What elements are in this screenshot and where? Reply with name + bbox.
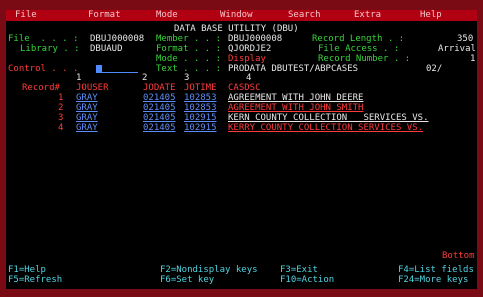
format-value: QJORDJE2 [228,44,272,54]
terminal-frame: File Format Mode Window Search Extra Hel… [0,0,483,297]
file-label: File . . . : [8,34,79,44]
fkey-f10-action[interactable]: F10=Action [280,275,334,285]
ruler-1: 1 [76,73,82,83]
row-casdsc-field[interactable]: AGREEMENT WITH JOHN SMITH [228,103,462,113]
format-label: Format . . : [156,44,222,54]
record-length-value: 350 [457,34,474,44]
file-access-value: Arrival [438,44,476,54]
row-casdsc-field[interactable]: KERN COUNTY COLLECTION SERVICES VS. [228,113,462,123]
col-header-jotime: JOTIME [184,83,217,93]
control-input-underline [102,64,138,73]
terminal-screen: File Format Mode Window Search Extra Hel… [6,10,477,289]
row-jouser-field[interactable]: GRAY [76,123,138,133]
library-label: Library . : [20,44,80,54]
row-casdsc-field[interactable]: AGREEMENT WITH JOHN DEERE [228,93,462,103]
fkey-f1-help[interactable]: F1=Help [8,265,46,275]
row-jodate-field[interactable]: 021405 [143,103,176,113]
col-header-casdsc: CASDSC [228,83,261,93]
menu-extra[interactable]: Extra [354,10,381,21]
row-jodate-field[interactable]: 021405 [143,93,176,103]
record-number-label: Record Number . : [318,54,411,64]
row-jouser-field[interactable]: GRAY [76,103,138,113]
fkey-f2-nondisplay[interactable]: F2=Nondisplay keys [160,265,258,275]
row-jouser-field[interactable]: GRAY [76,93,138,103]
ruler-3: 3 [184,73,190,83]
row-jotime-field[interactable]: 102853 [184,93,217,103]
control-input[interactable] [96,64,138,75]
row-jodate-field[interactable]: 021405 [143,123,176,133]
menu-mode[interactable]: Mode [156,10,178,21]
fkey-f4-list-fields[interactable]: F4=List fields [398,265,474,275]
text-value-suffix: 02/ [426,64,443,74]
menu-window[interactable]: Window [220,10,253,21]
row-jouser-field[interactable]: GRAY [76,113,138,123]
row-record-number: 2 [58,103,64,113]
menu-file[interactable]: File [15,10,37,21]
row-record-number: 1 [58,93,64,103]
row-record-number: 3 [58,113,64,123]
menu-search[interactable]: Search [288,10,321,21]
mode-label: Mode . . . : [156,54,222,64]
ruler-2: 2 [142,73,148,83]
col-header-jodate: JODATE [143,83,176,93]
member-value: DBUJ000008 [228,34,283,44]
fkey-f6-set-key[interactable]: F6=Set key [160,275,214,285]
row-record-number: 4 [58,123,64,133]
menu-format[interactable]: Format [88,10,121,21]
library-value: DBUAUD [90,44,123,54]
record-number-value: 1 [470,54,476,64]
row-casdsc-field[interactable]: KERRY COUNTY COLLECTION SERVICES VS. [228,123,462,133]
page-title: DATA BASE UTILITY (DBU) [174,24,299,34]
bottom-indicator: Bottom [442,251,475,261]
control-label: Control . . . [8,64,79,74]
row-jotime-field[interactable]: 102853 [184,103,217,113]
file-access-label: File Access . : [318,44,400,54]
file-value: DBUJ000008 [90,34,145,44]
col-header-record: Record# [22,83,60,93]
record-length-label: Record Length . : [312,34,405,44]
fkey-f24-more-keys[interactable]: F24=More keys [398,275,468,285]
row-jotime-field[interactable]: 102915 [184,113,217,123]
fkey-f3-exit[interactable]: F3=Exit [280,265,318,275]
member-label: Member . . : [156,34,222,44]
col-header-jouser: JOUSER [76,83,109,93]
row-jodate-field[interactable]: 021405 [143,113,176,123]
menu-bar: File Format Mode Window Search Extra Hel… [6,10,477,21]
menu-help[interactable]: Help [420,10,442,21]
ruler-4: 4 [246,73,252,83]
row-jotime-field[interactable]: 102915 [184,123,217,133]
mode-value: Display [228,54,266,64]
fkey-f5-refresh[interactable]: F5=Refresh [8,275,62,285]
